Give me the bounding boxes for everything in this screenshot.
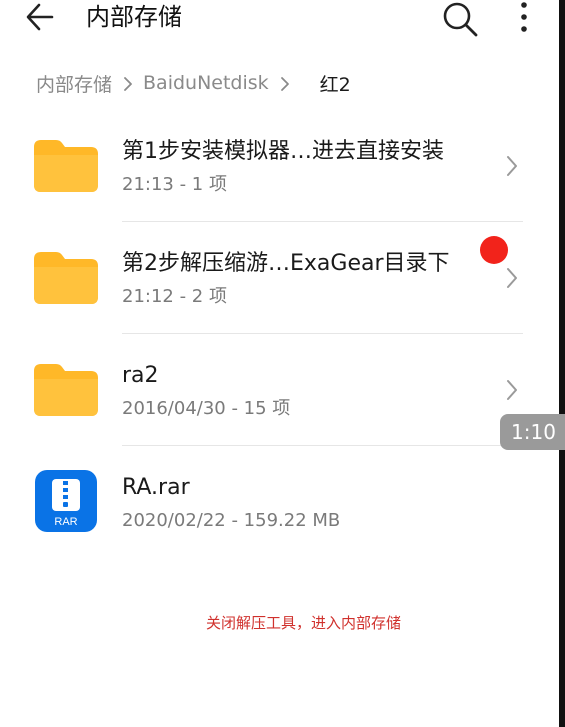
- file-meta: 2016/04/30 - 15 项: [122, 398, 291, 419]
- chevron-right-icon[interactable]: [505, 155, 519, 177]
- file-row-rar[interactable]: RAR RA.rar 2020/02/22 - 159.22 MB: [0, 446, 559, 558]
- folder-icon: [34, 140, 98, 192]
- back-arrow-icon[interactable]: [24, 0, 56, 34]
- file-name: ra2: [122, 363, 159, 388]
- chevron-right-icon[interactable]: [505, 379, 519, 401]
- chevron-right-icon[interactable]: [505, 267, 519, 289]
- breadcrumb: 内部存储 BaiduNetdisk 红2: [36, 68, 351, 98]
- more-options-icon[interactable]: [514, 0, 534, 36]
- search-icon[interactable]: [441, 0, 479, 38]
- breadcrumb-current: 红2: [319, 73, 351, 96]
- folder-icon: [34, 364, 98, 416]
- file-row-folder-ra2[interactable]: ra2 2016/04/30 - 15 项: [0, 334, 559, 446]
- rar-icon-label: RAR: [54, 516, 77, 528]
- breadcrumb-item-baidunetdisk[interactable]: BaiduNetdisk: [143, 72, 269, 94]
- chevron-right-icon: [278, 75, 292, 91]
- folder-icon: [34, 252, 98, 304]
- breadcrumb-item-internal-storage[interactable]: 内部存储: [36, 70, 112, 97]
- chevron-right-icon: [121, 75, 135, 91]
- file-row-folder-step2[interactable]: 第2步解压缩游…ExaGear目录下 21:12 - 2 项: [0, 222, 559, 334]
- red-dot-marker: [480, 236, 508, 264]
- file-meta: 21:12 - 2 项: [122, 286, 227, 307]
- instruction-caption: 关闭解压工具，进入内部存储: [206, 614, 402, 632]
- page-title: 内部存储: [86, 3, 182, 31]
- file-name: 第2步解压缩游…ExaGear目录下: [122, 251, 450, 276]
- file-row-folder-step1[interactable]: 第1步安装模拟器…进去直接安装 21:13 - 1 项: [0, 110, 559, 222]
- file-name: 第1步安装模拟器…进去直接安装: [122, 139, 444, 164]
- video-timestamp-badge: 1:10: [500, 414, 565, 450]
- file-meta: 2020/02/22 - 159.22 MB: [122, 510, 341, 531]
- rar-archive-icon: RAR: [35, 470, 97, 532]
- file-name: RA.rar: [122, 475, 190, 500]
- file-list: 第1步安装模拟器…进去直接安装 21:13 - 1 项 第2步解压缩游…ExaG…: [0, 110, 559, 558]
- file-meta: 21:13 - 1 项: [122, 174, 227, 195]
- screen-edge: [559, 0, 565, 727]
- app-header: 内部存储: [0, 0, 559, 40]
